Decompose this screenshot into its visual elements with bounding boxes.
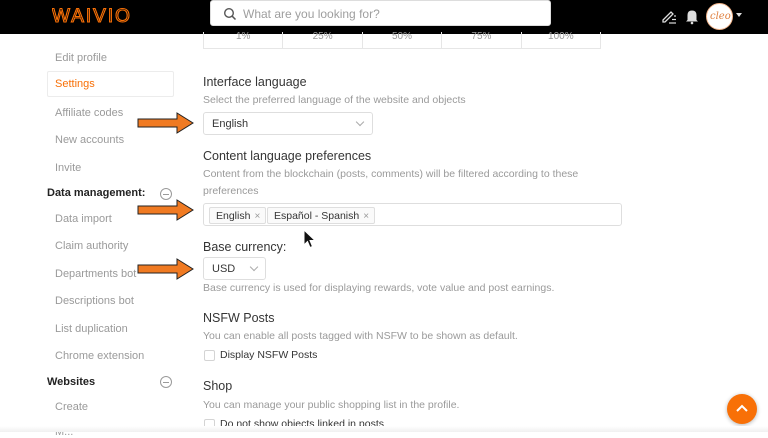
scroll-to-top-button[interactable] <box>727 394 757 424</box>
nsfw-checkbox[interactable] <box>204 350 215 361</box>
content-language-description: Content from the blockchain (posts, comm… <box>203 168 579 180</box>
waivio-logo[interactable]: WAIVIO <box>52 5 164 27</box>
nsfw-description: You can enable all posts tagged with NSF… <box>203 330 518 342</box>
edit-icon[interactable] <box>660 7 678 25</box>
sidebar-item-list-duplication[interactable]: List duplication <box>55 323 128 335</box>
arrow-up-icon <box>736 404 748 412</box>
search-icon <box>223 7 237 21</box>
annotation-arrow-icon <box>137 199 194 221</box>
top-bar: WAIVIO What are you looking for? cleo <box>0 0 768 34</box>
chevron-down-icon[interactable] <box>736 13 742 17</box>
sidebar-item-invite[interactable]: Invite <box>55 162 81 174</box>
avatar[interactable]: cleo <box>706 3 733 30</box>
search-input[interactable]: What are you looking for? <box>243 7 380 21</box>
interface-language-description: Select the preferred language of the web… <box>203 94 466 106</box>
content-language-title: Content language preferences <box>203 149 372 163</box>
remove-icon[interactable]: × <box>254 211 260 222</box>
selected-value: USD <box>212 263 236 275</box>
settings-content: 1% 25% 50% 75% 100% Interface language S… <box>185 32 768 432</box>
annotation-arrow-icon <box>137 258 194 280</box>
chevron-down-icon <box>249 262 259 272</box>
sidebar-item-label: Settings <box>55 78 95 90</box>
section-title-websites: Websites <box>47 376 96 388</box>
chevron-down-icon <box>355 117 365 127</box>
content-language-description-cont: preferences <box>203 185 259 197</box>
percent-selector: 1% 25% 50% 75% 100% <box>203 32 601 49</box>
sidebar-item-affiliate-codes[interactable]: Affiliate codes <box>55 107 123 119</box>
percent-option[interactable]: 25% <box>283 32 363 48</box>
nsfw-title: NSFW Posts <box>203 311 275 325</box>
base-currency-title: Base currency: <box>203 240 287 254</box>
sidebar-item-data-import[interactable]: Data import <box>55 213 112 225</box>
language-tag: Español - Spanish × <box>267 207 376 224</box>
base-currency-description: Base currency is used for displaying rew… <box>203 282 555 294</box>
avatar-text: cleo <box>710 11 731 22</box>
shop-title: Shop <box>203 379 233 393</box>
bell-icon[interactable] <box>683 7 701 25</box>
sidebar-item-new-accounts[interactable]: New accounts <box>55 134 124 146</box>
sidebar-item-departments-bot[interactable]: Departments bot <box>55 268 136 280</box>
percent-option[interactable]: 100% <box>522 32 600 48</box>
tag-label: English <box>216 210 251 222</box>
nsfw-checkbox-label[interactable]: Display NSFW Posts <box>220 349 317 361</box>
sidebar-item-edit-profile[interactable]: Edit profile <box>55 52 107 64</box>
mouse-cursor-icon <box>303 229 317 249</box>
settings-sidebar: Edit profile Settings Affiliate codes Ne… <box>0 34 185 438</box>
logo-text: WAIVIO <box>52 6 132 27</box>
selected-value: English <box>212 118 249 130</box>
sidebar-item-descriptions-bot[interactable]: Descriptions bot <box>55 295 134 307</box>
percent-option[interactable]: 75% <box>442 32 522 48</box>
annotation-arrow-icon <box>137 112 194 134</box>
search-bar[interactable]: What are you looking for? <box>210 0 551 26</box>
percent-option[interactable]: 50% <box>363 32 443 48</box>
bottom-fade <box>0 426 768 432</box>
base-currency-select[interactable]: USD <box>203 257 266 280</box>
sidebar-item-create[interactable]: Create <box>55 401 88 413</box>
sidebar-item-chrome-extension[interactable]: Chrome extension <box>55 350 144 362</box>
percent-option[interactable]: 1% <box>204 32 284 48</box>
language-tag: English × <box>209 207 267 224</box>
content-language-multiselect[interactable]: English × Español - Spanish × <box>203 203 622 226</box>
shop-description: You can manage your public shopping list… <box>203 399 460 411</box>
interface-language-title: Interface language <box>203 75 307 89</box>
sidebar-item-settings[interactable]: Settings <box>47 71 174 97</box>
sidebar-item-claim-authority[interactable]: Claim authority <box>55 240 128 252</box>
collapse-icon[interactable] <box>160 376 172 388</box>
remove-icon[interactable]: × <box>363 211 369 222</box>
tag-label: Español - Spanish <box>274 210 360 222</box>
interface-language-select[interactable]: English <box>203 112 373 135</box>
section-title-data-management: Data management: <box>47 187 146 199</box>
